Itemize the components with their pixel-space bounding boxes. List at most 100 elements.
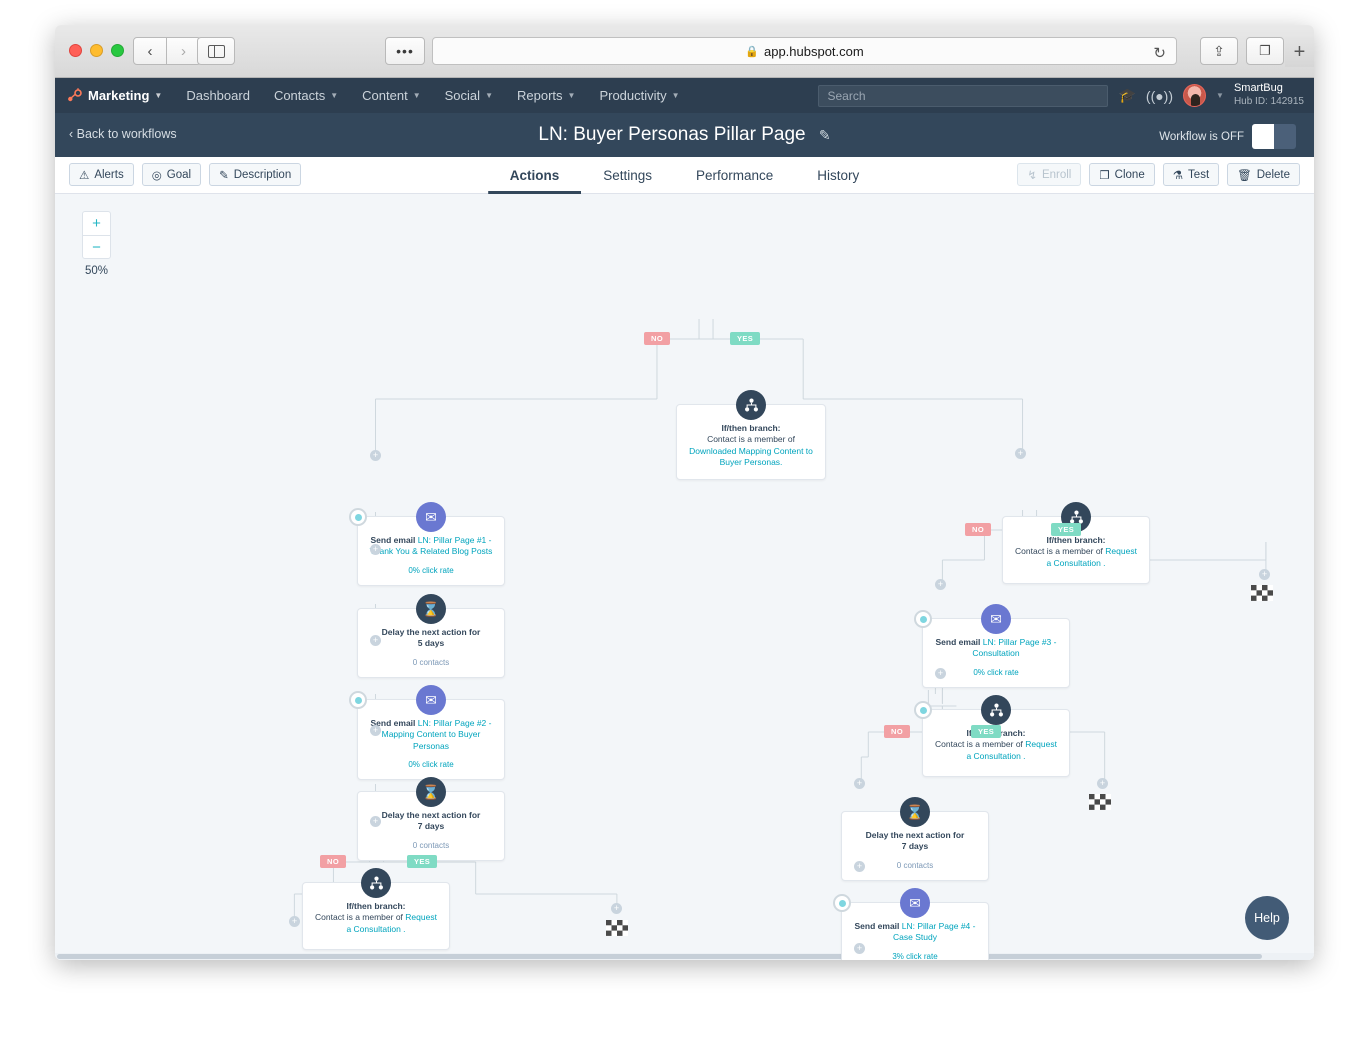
nav-buttons[interactable]: ‹ › [133, 37, 201, 65]
nav-item-contacts[interactable]: Contacts ▼ [262, 78, 350, 113]
add-action-button[interactable]: + [854, 943, 865, 954]
test-button-label: Test [1188, 168, 1210, 181]
broadcast-icon[interactable]: ((●)) [1146, 88, 1173, 104]
workflow-node-branch[interactable]: If/then branch: Contact is a member of D… [676, 390, 826, 480]
node-title: Send email LN: Pillar Page #1 - Thank Yo… [368, 535, 494, 558]
graduation-cap-icon[interactable]: 🎓 [1118, 87, 1135, 104]
branch-icon [981, 695, 1011, 725]
tab-history[interactable]: History [795, 157, 881, 194]
node-title-text: Send email [935, 637, 983, 647]
nav-item-content[interactable]: Content ▼ [350, 78, 432, 113]
enroll-button[interactable]: ↯ Enroll [1017, 163, 1082, 186]
delete-button[interactable]: 🗑 Delete [1227, 163, 1300, 186]
end-flag-icon [1089, 794, 1111, 810]
node-meta: 3% click rate [892, 951, 938, 960]
sidebar-toggle-icon[interactable] [197, 37, 235, 65]
workflow-toggle-group[interactable]: Workflow is OFF [1159, 124, 1296, 149]
tab-label: History [817, 168, 860, 183]
branch-label-yes: YES [1051, 523, 1082, 536]
branch-label-no: NO [644, 332, 671, 345]
chevron-down-icon[interactable]: ▼ [1216, 91, 1224, 100]
chevron-down-icon: ▼ [671, 91, 680, 100]
scrollbar-thumb[interactable] [57, 954, 1262, 959]
pencil-icon[interactable]: ✎ [819, 127, 831, 143]
node-title: Delay the next action for 7 days [368, 810, 494, 833]
share-icon[interactable]: ⇪ [1200, 37, 1238, 65]
show-tabs-icon[interactable]: ❐ [1246, 37, 1284, 65]
add-action-button[interactable]: + [935, 579, 946, 590]
minimize-window-button[interactable] [90, 44, 103, 57]
envelope-icon: ✉ [900, 888, 930, 918]
add-action-button[interactable]: + [370, 450, 381, 461]
workflow-toggle[interactable] [1252, 124, 1296, 149]
add-action-button[interactable]: + [854, 778, 865, 789]
tab-performance[interactable]: Performance [674, 157, 795, 194]
node-body-link[interactable]: LN: Pillar Page #4 - Case Study [893, 921, 975, 942]
chevron-down-icon: ▼ [567, 91, 576, 100]
more-dots-icon[interactable]: ••• [385, 37, 425, 65]
nav-item-social[interactable]: Social ▼ [433, 78, 505, 113]
tab-settings[interactable]: Settings [581, 157, 674, 194]
search-input[interactable]: Search [818, 84, 1109, 107]
zoom-controls[interactable]: + − 50% [82, 211, 111, 277]
workflow-canvas[interactable]: + − 50% If/then branch: Contact is a mem… [55, 194, 1314, 960]
add-action-button[interactable]: + [611, 903, 622, 914]
hub-id: Hub ID: 142915 [1233, 96, 1304, 108]
zoom-in-button[interactable]: + [82, 211, 111, 235]
new-tab-button[interactable]: + [1285, 37, 1314, 67]
zoom-out-button[interactable]: − [82, 235, 111, 259]
nav-item-dashboard[interactable]: Dashboard [174, 78, 262, 113]
description-button[interactable]: ✎ Description [209, 163, 302, 186]
hubspot-topnav: Marketing ▼ Dashboard Contacts ▼ Content… [55, 78, 1314, 113]
test-button[interactable]: ⚗ Test [1162, 163, 1220, 186]
tab-label: Actions [509, 168, 560, 183]
nav-item-productivity[interactable]: Productivity ▼ [587, 78, 691, 113]
nav-item-reports[interactable]: Reports ▼ [505, 78, 587, 113]
avatar[interactable] [1183, 84, 1207, 107]
account-info: SmartBug Hub ID: 142915 [1234, 82, 1304, 108]
add-action-button[interactable]: + [289, 916, 300, 927]
node-meta: 0% click rate [973, 667, 1019, 677]
add-action-button[interactable]: + [1259, 569, 1270, 580]
workflow-node-branch[interactable]: If/then branch: Contact is a member of R… [914, 695, 1070, 778]
node-status-badge [349, 691, 367, 709]
node-status-badge [833, 894, 851, 912]
close-window-button[interactable] [69, 44, 82, 57]
forward-icon[interactable]: › [167, 37, 201, 65]
workflow-node-email[interactable]: ✉ Send email LN: Pillar Page #2 - Mappin… [349, 685, 505, 781]
add-action-button[interactable]: + [1097, 778, 1108, 789]
workflow-node-branch[interactable]: If/then branch: Contact is a member of R… [302, 868, 450, 951]
node-status-badge [349, 508, 367, 526]
tab-actions[interactable]: Actions [488, 157, 582, 194]
back-icon[interactable]: ‹ [133, 37, 167, 65]
node-body-link[interactable]: Downloaded Mapping Content to Buyer Pers… [689, 446, 813, 467]
add-action-button[interactable]: + [1015, 448, 1026, 459]
node-title: Delay the next action for 7 days [852, 830, 978, 853]
reload-icon[interactable]: ↻ [1153, 44, 1166, 62]
add-action-button[interactable]: + [935, 668, 946, 679]
branch-label-yes: YES [971, 725, 1002, 738]
branch-label-no: NO [965, 523, 992, 536]
node-status-badge [914, 610, 932, 628]
node-title: Delay the next action for 5 days [368, 627, 494, 650]
add-action-button[interactable]: + [370, 725, 381, 736]
workflow-toolbar: ⚠ Alerts ◎ Goal ✎ Description Actions Se… [55, 157, 1314, 194]
add-action-button[interactable]: + [854, 861, 865, 872]
nav-item-label: Content [362, 88, 408, 103]
add-action-button[interactable]: + [370, 635, 381, 646]
workflow-node-delay[interactable]: ⌛ Delay the next action for 7 days 0 con… [357, 777, 505, 861]
clone-button[interactable]: ❐ Clone [1089, 163, 1155, 186]
help-button[interactable]: Help [1245, 896, 1289, 940]
node-body-link[interactable]: LN: Pillar Page #3 - Consultation [972, 637, 1056, 658]
nav-brand-marketing[interactable]: Marketing ▼ [67, 78, 174, 113]
add-action-button[interactable]: + [370, 544, 381, 555]
alerts-button[interactable]: ⚠ Alerts [69, 163, 134, 186]
chevron-down-icon: ▼ [485, 91, 493, 100]
horizontal-scrollbar[interactable] [55, 953, 1314, 960]
maximize-window-button[interactable] [111, 44, 124, 57]
goal-button[interactable]: ◎ Goal [141, 163, 202, 186]
window-controls[interactable] [69, 44, 124, 57]
tab-label: Settings [603, 168, 652, 183]
add-action-button[interactable]: + [370, 816, 381, 827]
address-bar[interactable]: 🔒 app.hubspot.com ↻ [432, 37, 1177, 65]
